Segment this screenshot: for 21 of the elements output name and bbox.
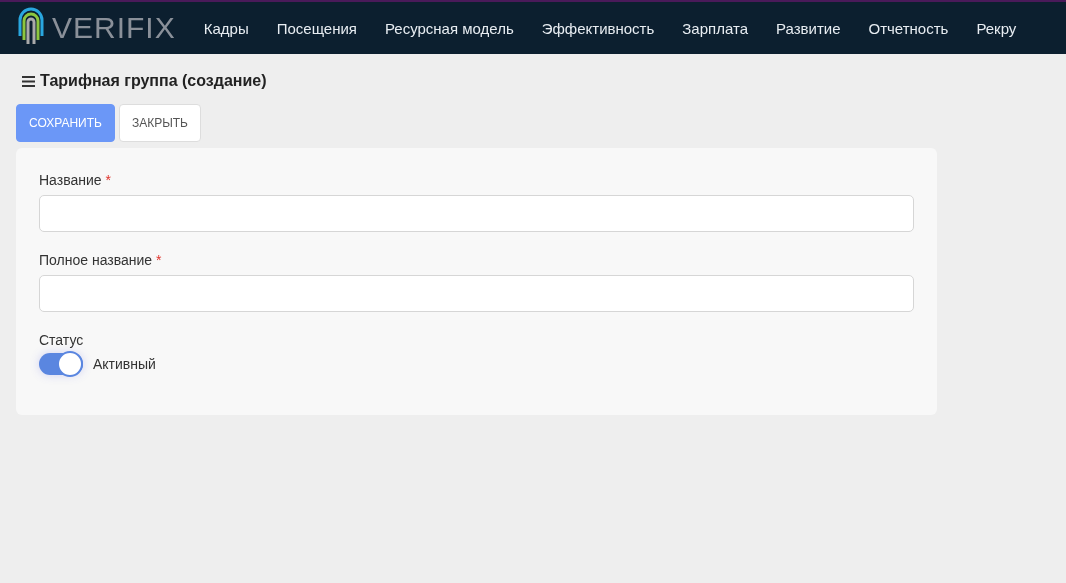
field-label: Полное название [39, 252, 153, 268]
field-label: Название [39, 172, 102, 188]
menu-icon[interactable] [22, 75, 35, 87]
required-mark: * [105, 172, 111, 188]
nav-link[interactable]: Зарплата [682, 19, 748, 37]
status-toggle[interactable] [39, 353, 83, 375]
field-label: Статус [39, 332, 84, 348]
close-button[interactable]: ЗАКРЫТЬ [118, 104, 201, 142]
input-field[interactable] [39, 195, 914, 232]
nav-link[interactable]: Рекру [976, 19, 1017, 37]
page-title: Тарифная группа (создание) [40, 72, 267, 90]
nav-link[interactable]: Кадры [203, 19, 249, 37]
nav-link[interactable]: Ресурсная модель [384, 19, 514, 37]
input-field[interactable] [39, 275, 914, 312]
toggle-label: Активный [93, 356, 156, 372]
nav-link[interactable]: Посещения [276, 19, 357, 37]
logo-text: VERIFIX [52, 11, 176, 45]
nav-link[interactable]: Эффективность [541, 19, 655, 37]
required-mark: * [156, 252, 162, 268]
nav-link[interactable]: Развитие [776, 19, 841, 37]
nav-link[interactable]: Отчетность [868, 19, 949, 37]
